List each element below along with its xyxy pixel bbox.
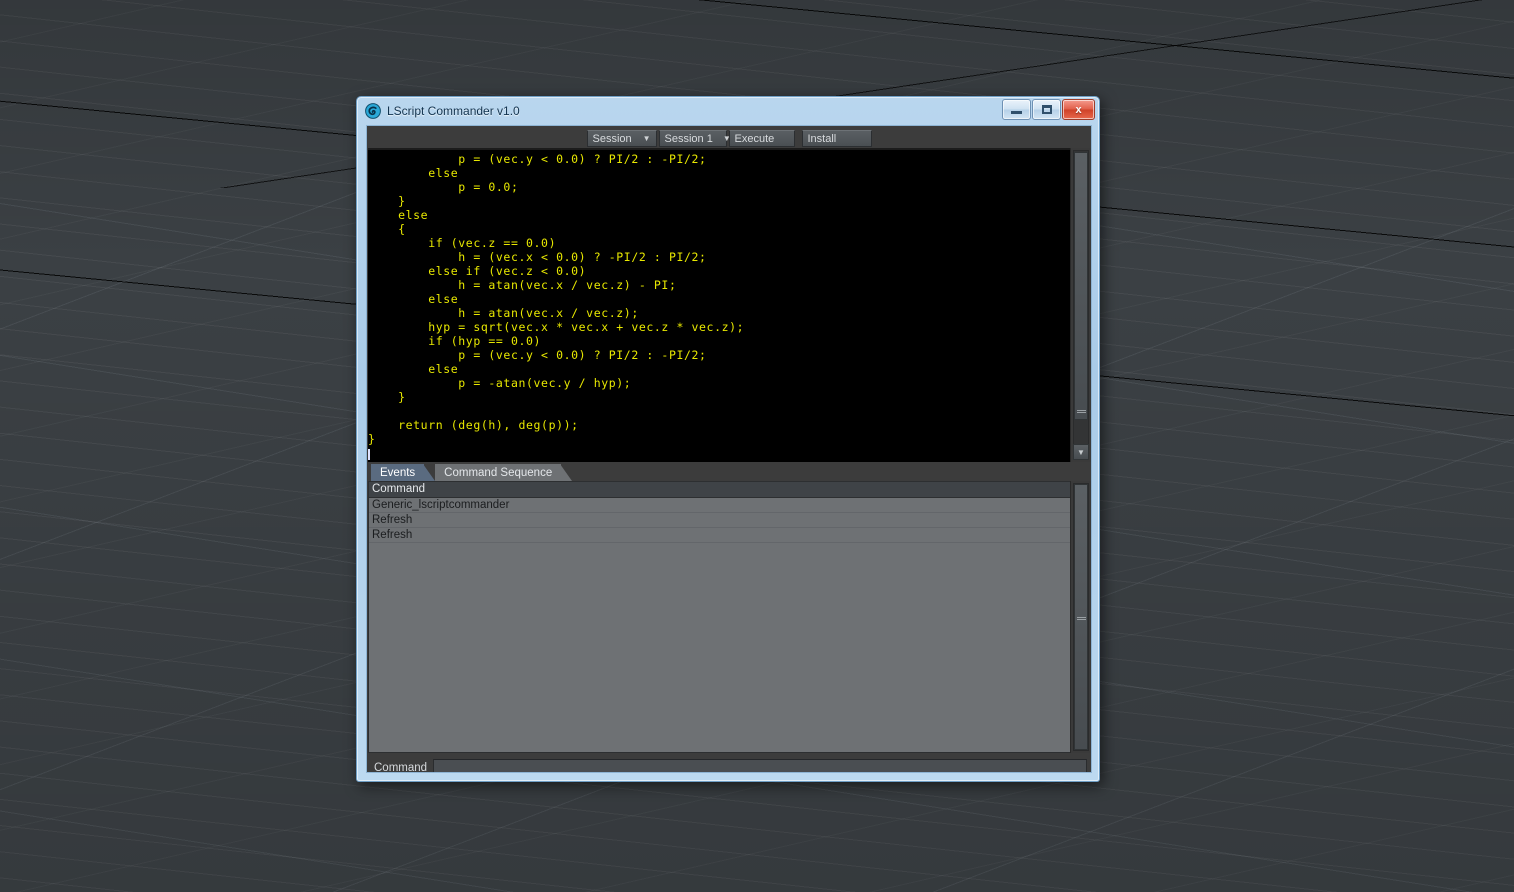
close-icon: x	[1075, 103, 1082, 116]
minimize-icon	[1011, 111, 1022, 114]
scrollbar-grip-icon	[1076, 616, 1086, 618]
table-cell-command: Refresh	[372, 514, 413, 526]
window-titlebar[interactable]: LScript Commander v1.0 x	[357, 97, 1099, 125]
maximize-icon	[1041, 105, 1052, 114]
command-bar: Command	[367, 756, 1091, 773]
tab-events-label: Events	[380, 466, 416, 479]
events-list-scrollbar[interactable]	[1070, 481, 1091, 753]
tab-slant-edge	[423, 464, 436, 481]
execute-button-label: Execute	[734, 132, 775, 145]
session-dropdown-value: Session 1	[664, 132, 713, 145]
install-button[interactable]: Install	[801, 130, 872, 147]
window-title: LScript Commander v1.0	[387, 104, 520, 118]
script-editor-scrollbar-thumb[interactable]	[1074, 152, 1088, 420]
command-input-label: Command	[374, 762, 428, 773]
tab-command-sequence[interactable]: Command Sequence	[435, 464, 573, 481]
maximize-button[interactable]	[1032, 99, 1061, 120]
lscript-app-icon	[365, 103, 381, 119]
session-type-dropdown-value: Session	[592, 132, 632, 145]
execute-button[interactable]: Execute	[728, 130, 795, 147]
table-row[interactable]: Generic_lscriptcommander	[369, 498, 1070, 513]
script-editor-scroll-down-button[interactable]: ▼	[1073, 444, 1089, 460]
session-dropdown[interactable]: Session 1 ▼	[658, 130, 731, 147]
text-caret	[368, 449, 370, 460]
tab-slant-edge	[560, 464, 573, 481]
table-cell-command: Refresh	[372, 529, 413, 541]
tab-events[interactable]: Events	[371, 464, 436, 481]
script-editor-text-area[interactable]: p = (vec.y < 0.0) ? PI/2 : -PI/2; else p…	[368, 148, 1070, 462]
lscript-commander-window: LScript Commander v1.0 x Session ▼ Sessi…	[356, 96, 1100, 782]
script-editor-scrollbar[interactable]: ▼	[1070, 148, 1091, 462]
events-list-panel[interactable]: Command Generic_lscriptcommander Refresh…	[368, 481, 1070, 753]
panel-tabs: Events Command Sequence	[367, 462, 1091, 481]
table-row[interactable]: Refresh	[369, 528, 1070, 543]
session-type-dropdown[interactable]: Session ▼	[586, 130, 657, 147]
tab-command-sequence-label: Command Sequence	[444, 466, 553, 479]
events-list: Command Generic_lscriptcommander Refresh…	[368, 481, 1091, 753]
scrollbar-grip-icon	[1076, 410, 1086, 411]
events-list-column-header-command[interactable]: Command	[369, 482, 1070, 498]
close-button[interactable]: x	[1062, 99, 1095, 120]
window-controls: x	[1002, 99, 1095, 120]
toolbar: Session ▼ Session 1 ▼ Execute Install	[367, 126, 1091, 148]
window-client-area: Session ▼ Session 1 ▼ Execute Install p …	[366, 125, 1092, 773]
events-list-scrollbar-thumb[interactable]	[1074, 484, 1088, 750]
command-input[interactable]	[433, 759, 1087, 772]
script-source-code: p = (vec.y < 0.0) ? PI/2 : -PI/2; else p…	[368, 152, 745, 446]
table-row[interactable]: Refresh	[369, 513, 1070, 528]
minimize-button[interactable]	[1002, 99, 1031, 120]
script-editor: p = (vec.y < 0.0) ? PI/2 : -PI/2; else p…	[368, 148, 1091, 462]
chevron-down-icon: ▼	[1077, 447, 1085, 457]
table-cell-command: Generic_lscriptcommander	[372, 499, 510, 511]
install-button-label: Install	[807, 132, 837, 145]
chevron-down-icon: ▼	[642, 133, 651, 143]
